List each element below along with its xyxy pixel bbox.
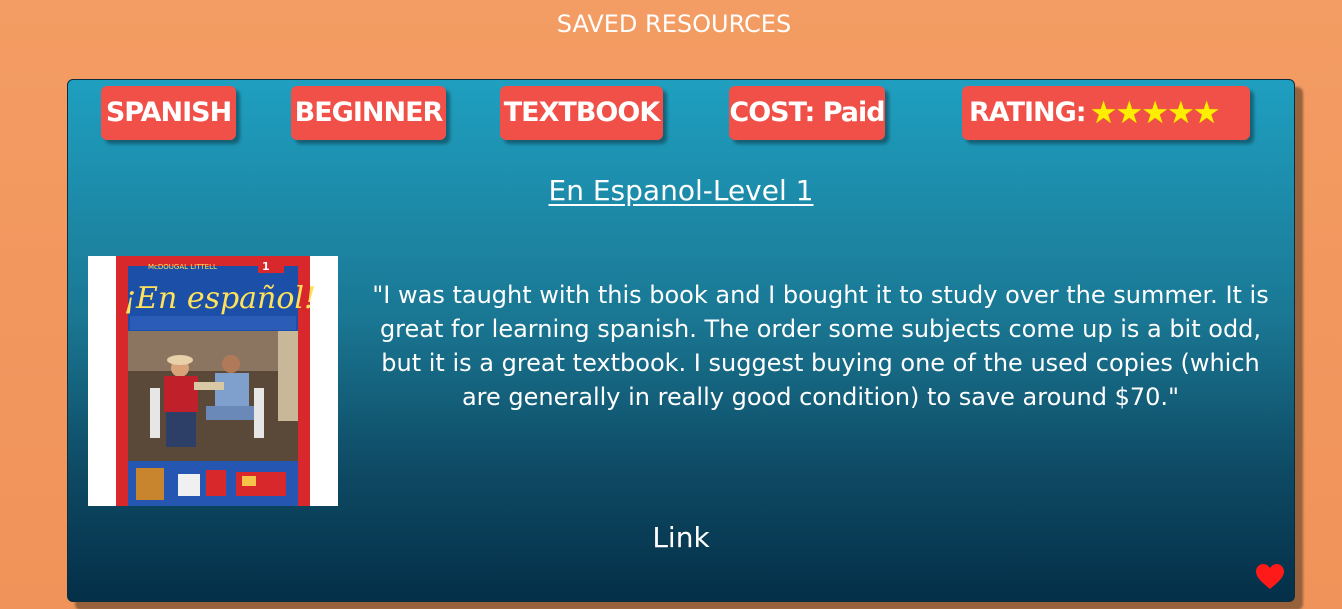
- book-cover-image: McDOUGAL LITTELL 1 ¡En español!: [88, 256, 338, 506]
- star-icon: ★: [1089, 95, 1118, 131]
- cover-title: ¡En español!: [124, 281, 316, 316]
- star-icon: ★: [1115, 95, 1143, 131]
- rating-stars: ★★★★★: [1089, 86, 1221, 140]
- language-tag: SPANISH: [101, 86, 236, 140]
- rating-tag: RATING: ★★★★★: [962, 86, 1250, 140]
- resource-title-link[interactable]: En Espanol-Level 1: [68, 174, 1294, 207]
- cover-level-badge: 1: [262, 260, 270, 273]
- level-tag: BEGINNER: [291, 86, 446, 140]
- resource-link[interactable]: Link: [68, 521, 1294, 554]
- review-text: "I was taught with this book and I bough…: [372, 281, 1269, 411]
- rating-label: RATING:: [969, 97, 1087, 128]
- resource-card: SPANISH BEGINNER TEXTBOOK COST: Paid RAT…: [67, 79, 1295, 602]
- star-icon: ★: [1192, 95, 1221, 131]
- heart-icon[interactable]: [1255, 563, 1285, 591]
- star-icon: ★: [1167, 95, 1195, 131]
- page-title: SAVED RESOURCES: [556, 10, 792, 38]
- type-tag: TEXTBOOK: [500, 86, 663, 140]
- cover-publisher: McDOUGAL LITTELL: [148, 263, 217, 271]
- star-icon: ★: [1141, 95, 1169, 131]
- cost-tag: COST: Paid: [729, 86, 886, 140]
